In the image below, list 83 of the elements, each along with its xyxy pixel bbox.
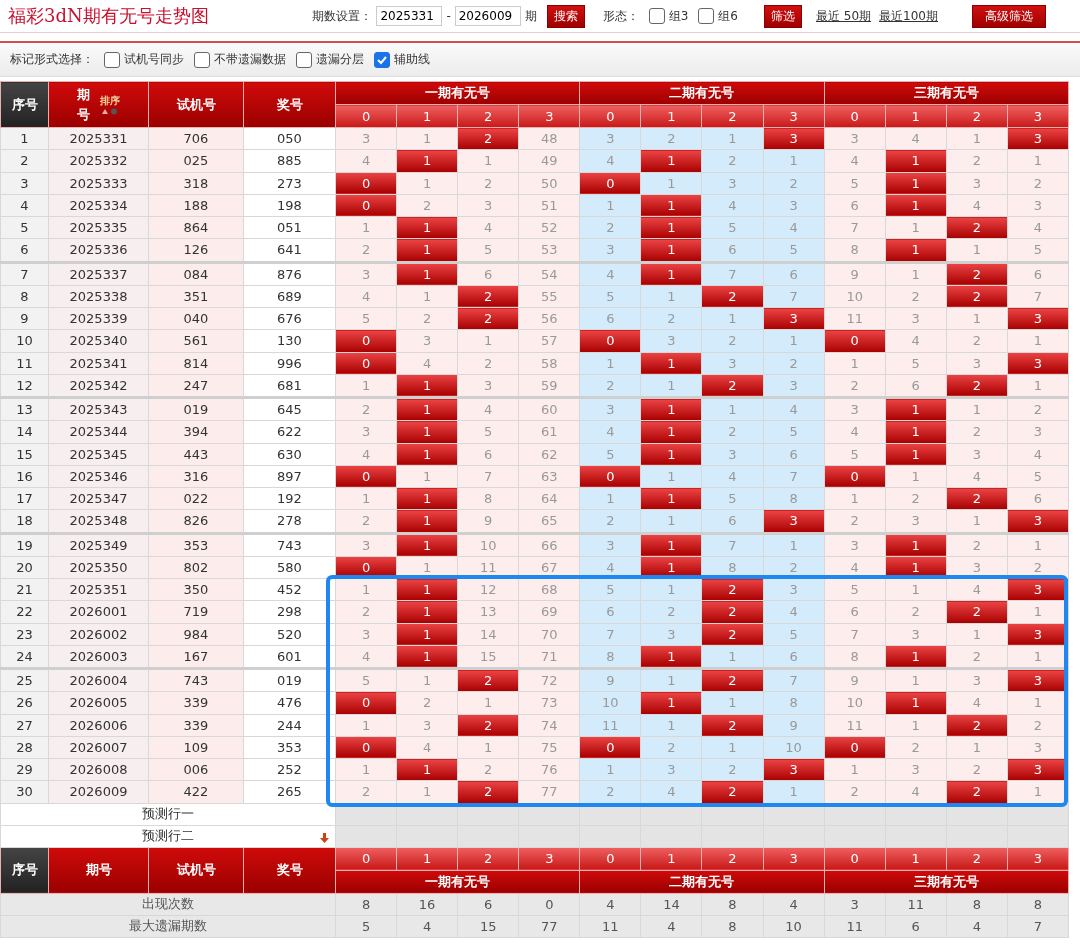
column-header: 奖号	[243, 81, 336, 128]
table-cell: 10	[0, 329, 49, 352]
filter-button[interactable]: 筛选	[764, 4, 802, 28]
table-cell: 4	[0, 194, 49, 217]
group-header: 三期有无号	[824, 81, 1069, 105]
column-header: 奖号	[243, 847, 336, 893]
table-cell: 28	[0, 736, 49, 759]
table-cell: 2026004	[48, 668, 149, 692]
group-header: 二期有无号	[579, 81, 825, 105]
recent-link[interactable]: 最近100期	[879, 7, 938, 25]
checkbox[interactable]	[104, 51, 120, 68]
table-cell: 12	[0, 374, 49, 398]
stat-label: 最大遗漏期数	[0, 915, 336, 937]
prediction-row-label: 预测行一	[0, 803, 336, 825]
checkbox[interactable]	[648, 8, 665, 24]
table-cell: 2	[0, 149, 49, 172]
start-period-field[interactable]: 2025331	[376, 6, 443, 26]
checkbox-label: 辅助线	[394, 51, 430, 68]
table-cell: 7	[0, 262, 49, 286]
group-header: 二期有无号	[579, 870, 825, 893]
recent-link[interactable]: 最近 50期	[816, 7, 872, 25]
table-cell: 27	[0, 714, 49, 737]
table-cell: 20	[0, 556, 49, 579]
table-cell: 26	[0, 691, 49, 714]
table-cell: 14	[0, 420, 49, 443]
table-cell: 25	[0, 668, 49, 692]
period-unit: 期	[524, 7, 537, 25]
group-header: 一期有无号	[335, 81, 580, 105]
checkbox-label: 组6	[718, 7, 738, 25]
table-cell: 24	[0, 645, 49, 669]
table-cell: 23	[0, 623, 49, 646]
checkbox[interactable]	[374, 51, 390, 68]
column-header: 期号	[48, 847, 149, 893]
table-cell: 3	[0, 172, 49, 195]
group-header: 一期有无号	[335, 870, 580, 893]
period-label: 期数设置：	[312, 7, 373, 25]
table-cell: 2025342	[48, 374, 149, 398]
table-cell: 17	[0, 487, 49, 510]
table-cell: 18	[0, 509, 49, 533]
table-cell: 1	[0, 127, 49, 150]
search-button[interactable]: 搜索	[546, 4, 585, 28]
checkbox[interactable]	[698, 8, 715, 24]
column-header: 序号	[0, 81, 49, 128]
checkbox-label: 不带遗漏数据	[214, 51, 286, 68]
table-cell: 22	[0, 600, 49, 623]
checkbox-label: 遗漏分层	[316, 51, 364, 68]
table-cell: 2025336	[48, 238, 149, 262]
mark-style-label: 标记形式选择：	[10, 51, 94, 68]
table-cell: 5	[0, 216, 49, 239]
checkbox[interactable]	[296, 51, 312, 68]
table-cell: 8	[0, 285, 49, 308]
table-cell: 6	[0, 238, 49, 262]
group-header: 三期有无号	[824, 870, 1069, 893]
table-cell: 2026003	[48, 645, 149, 669]
table-cell: 13	[0, 397, 49, 421]
checkbox[interactable]	[194, 51, 210, 68]
table-cell: 19	[0, 533, 49, 557]
table-cell: 21	[0, 578, 49, 601]
down-arrow-icon	[320, 832, 329, 843]
column-header[interactable]: 期号 排序	[48, 81, 149, 128]
table-cell: 9	[0, 307, 49, 330]
checkbox-label: 组3	[668, 7, 689, 25]
column-header: 试机号	[148, 847, 244, 893]
table-cell: 30	[0, 780, 49, 803]
table-cell: 16	[0, 465, 49, 488]
table-cell: 2025343	[48, 397, 149, 421]
table-cell: 2025349	[48, 533, 149, 557]
column-header: 试机号	[148, 81, 244, 128]
table-cell: 29	[0, 758, 49, 781]
stat-label: 出现次数	[0, 893, 336, 915]
table-cell: 2025337	[48, 262, 149, 286]
page-title: 福彩3dN期有无号走势图	[8, 4, 209, 28]
column-header: 序号	[0, 847, 49, 893]
prediction-row-label: 预测行二	[0, 825, 336, 847]
table-cell: 15	[0, 443, 49, 466]
shape-label: 形态：	[602, 7, 639, 25]
advanced-filter-button[interactable]: 高级筛选	[972, 4, 1046, 28]
checkbox-label: 试机号同步	[124, 51, 184, 68]
separator: -	[446, 9, 451, 23]
sort-arrows-icon	[101, 108, 119, 115]
end-period-field[interactable]: 2026009	[454, 6, 521, 26]
table-cell: 2025348	[48, 509, 149, 533]
table-cell: 11	[0, 352, 49, 375]
